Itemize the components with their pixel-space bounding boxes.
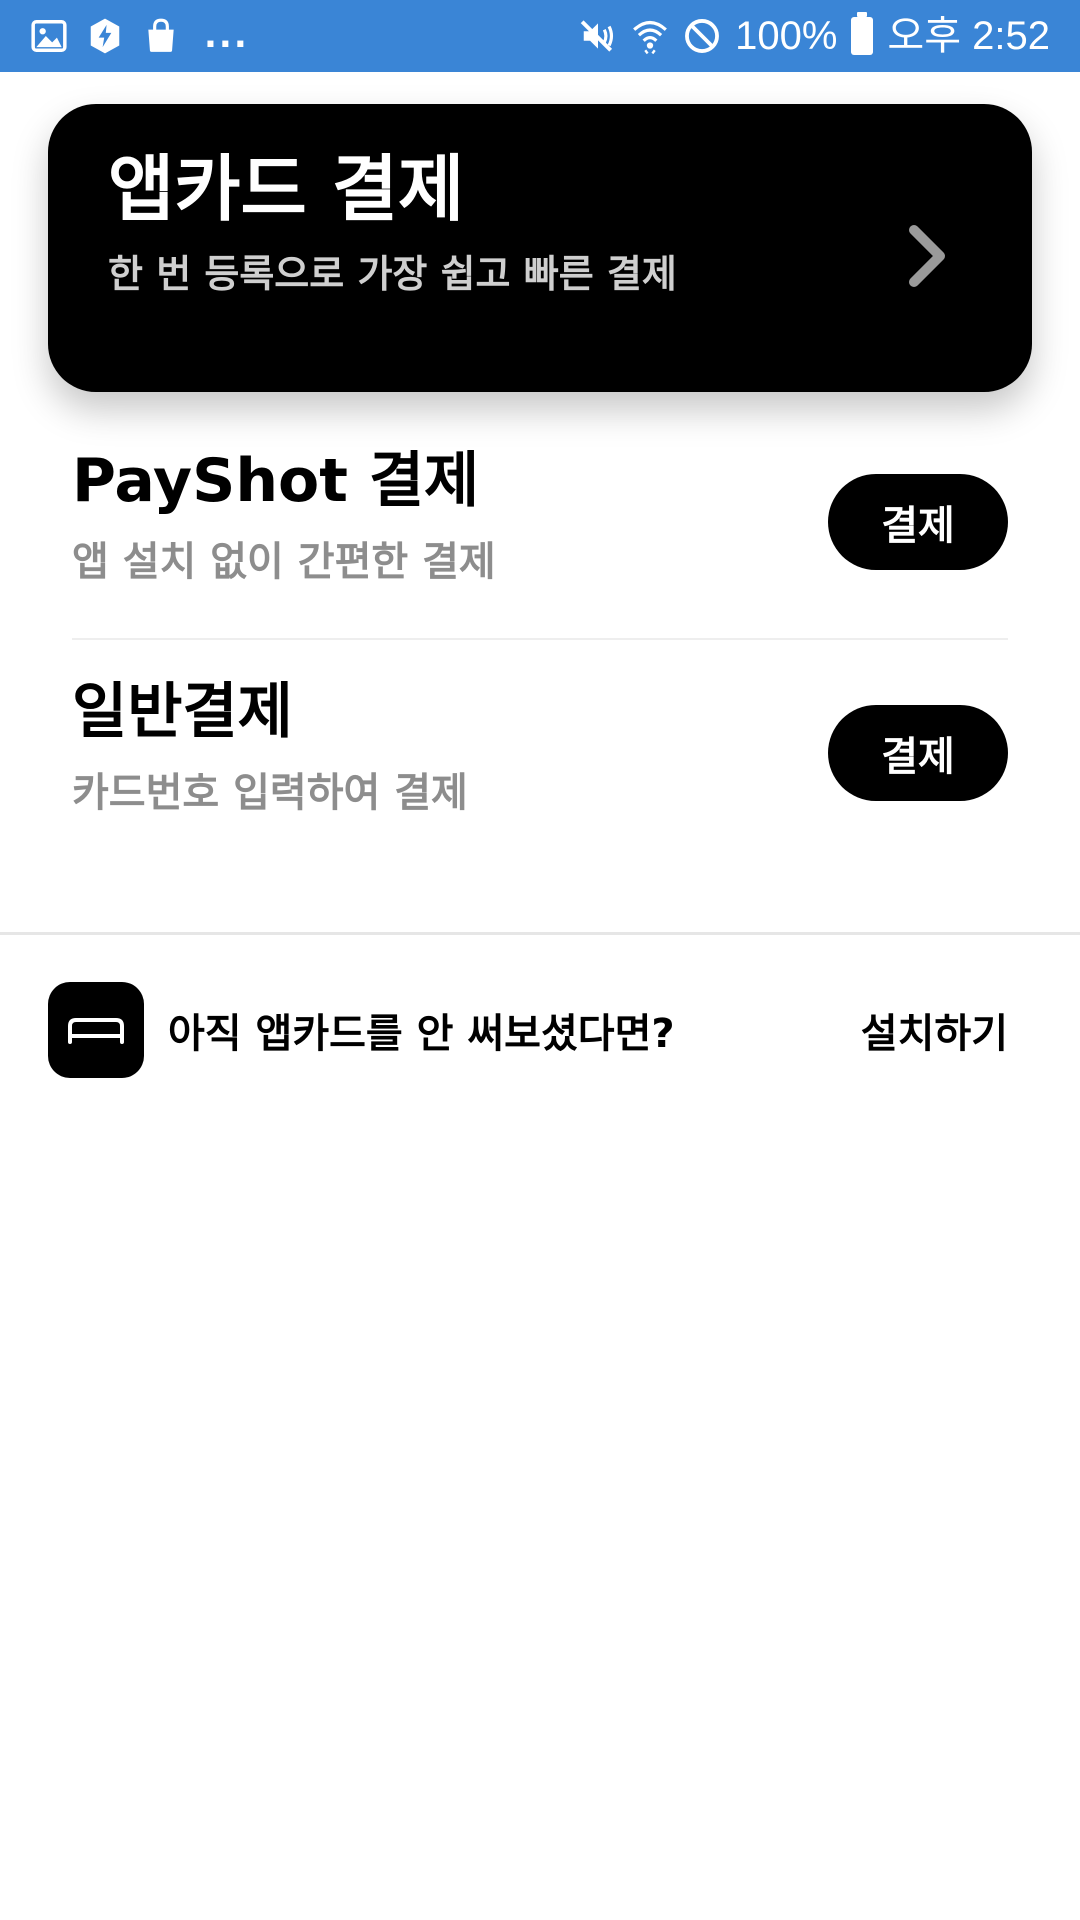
appcard-logo-icon (48, 982, 144, 1078)
gallery-icon (30, 17, 68, 55)
install-promo-text: 아직 앱카드를 안 써보셨다면? (168, 1011, 675, 1057)
wifi-icon (631, 17, 669, 55)
status-time: 오후 2:52 (887, 14, 1050, 58)
general-pay-button[interactable]: 결제 (828, 705, 1008, 801)
appcard-payment-card[interactable]: 앱카드 결제 한 번 등록으로 가장 쉽고 빠른 결제 (48, 104, 1032, 392)
general-payment-option-title: 일반결제 (72, 677, 293, 747)
appcard-payment-subtitle: 한 번 등록으로 가장 쉽고 빠른 결제 (108, 251, 677, 296)
payshot-option-subtitle: 앱 설치 없이 간편한 결제 (72, 539, 496, 585)
section-divider (0, 932, 1080, 935)
shopping-bag-icon (142, 17, 180, 55)
chevron-right-icon (909, 225, 945, 287)
payshot-option-title: PayShot 결제 (72, 446, 480, 516)
status-bar-notifications: ... (30, 17, 249, 55)
payshot-option-row: PayShot 결제 앱 설치 없이 간편한 결제 결제 (72, 448, 1008, 638)
more-notifications-indicator: ... (204, 16, 249, 56)
do-not-disturb-icon (683, 17, 721, 55)
status-bar-system: 100% 오후 2:52 (579, 12, 1050, 58)
battery-percentage: 100% (735, 14, 838, 58)
shield-bolt-icon (86, 17, 124, 55)
status-bar: ... 100% 오후 2:52 (0, 0, 1080, 72)
install-promo-row: 아직 앱카드를 안 써보셨다면? 설치하기 (48, 982, 1032, 1078)
option-divider (72, 638, 1008, 640)
payshot-pay-button[interactable]: 결제 (828, 474, 1008, 570)
battery-icon (851, 12, 874, 55)
general-payment-option-row: 일반결제 카드번호 입력하여 결제 결제 (72, 679, 1008, 869)
install-link[interactable]: 설치하기 (861, 1001, 1008, 1059)
vibrate-mute-icon (579, 17, 617, 55)
appcard-payment-title: 앱카드 결제 (108, 147, 465, 231)
general-payment-option-subtitle: 카드번호 입력하여 결제 (72, 770, 468, 816)
